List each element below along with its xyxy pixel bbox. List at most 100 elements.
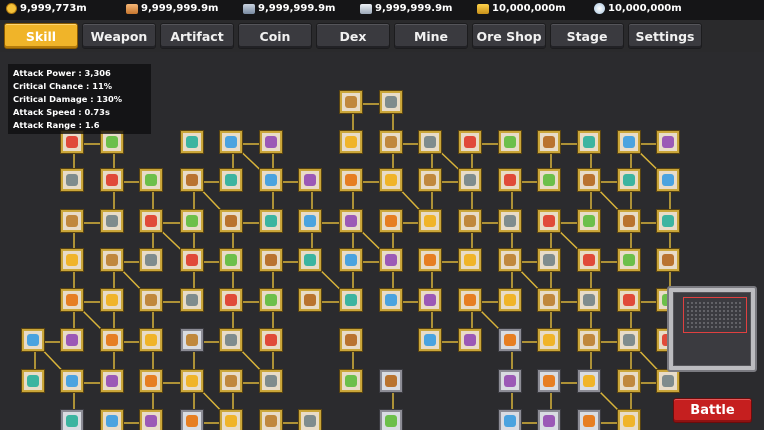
- tab-mine[interactable]: Mine: [394, 23, 468, 49]
- skill-node[interactable]: [419, 289, 441, 311]
- tab-artifact[interactable]: Artifact: [160, 23, 234, 49]
- skill-node[interactable]: [380, 210, 402, 232]
- skill-node[interactable]: [459, 131, 481, 153]
- skill-node[interactable]: [61, 249, 83, 271]
- skill-node[interactable]: [140, 410, 162, 430]
- skill-node[interactable]: [538, 249, 560, 271]
- skill-node[interactable]: [260, 131, 282, 153]
- skill-node[interactable]: [340, 210, 362, 232]
- skill-node[interactable]: [419, 169, 441, 191]
- minimap-viewport[interactable]: [683, 297, 747, 333]
- skill-node[interactable]: [499, 329, 521, 351]
- skill-node[interactable]: [220, 289, 242, 311]
- skill-node[interactable]: [61, 329, 83, 351]
- skill-node[interactable]: [299, 410, 321, 430]
- skill-node[interactable]: [101, 169, 123, 191]
- skill-node[interactable]: [140, 289, 162, 311]
- skill-node[interactable]: [340, 169, 362, 191]
- skill-node[interactable]: [140, 329, 162, 351]
- skill-node[interactable]: [578, 329, 600, 351]
- skill-node[interactable]: [499, 410, 521, 430]
- battle-button[interactable]: Battle: [673, 398, 752, 423]
- skill-node[interactable]: [578, 410, 600, 430]
- skill-node[interactable]: [618, 169, 640, 191]
- skill-node[interactable]: [538, 210, 560, 232]
- skill-node[interactable]: [340, 289, 362, 311]
- skill-node[interactable]: [499, 249, 521, 271]
- skill-node[interactable]: [618, 370, 640, 392]
- skill-node[interactable]: [220, 410, 242, 430]
- skill-node[interactable]: [578, 370, 600, 392]
- tab-skill[interactable]: Skill: [4, 23, 78, 49]
- skill-node[interactable]: [140, 249, 162, 271]
- skill-node[interactable]: [220, 370, 242, 392]
- skill-node[interactable]: [499, 210, 521, 232]
- skill-node[interactable]: [340, 91, 362, 113]
- skill-node[interactable]: [499, 131, 521, 153]
- skill-node[interactable]: [380, 370, 402, 392]
- skill-node[interactable]: [538, 169, 560, 191]
- tab-stage[interactable]: Stage: [550, 23, 624, 49]
- skill-node[interactable]: [101, 249, 123, 271]
- skill-node[interactable]: [101, 410, 123, 430]
- skill-node[interactable]: [618, 410, 640, 430]
- skill-node[interactable]: [657, 169, 679, 191]
- skill-node[interactable]: [220, 210, 242, 232]
- skill-node[interactable]: [499, 289, 521, 311]
- skill-node[interactable]: [101, 370, 123, 392]
- skill-node[interactable]: [140, 370, 162, 392]
- skill-node[interactable]: [618, 289, 640, 311]
- skill-node[interactable]: [380, 410, 402, 430]
- skill-node[interactable]: [22, 329, 44, 351]
- skill-node[interactable]: [61, 410, 83, 430]
- skill-node[interactable]: [61, 131, 83, 153]
- skill-node[interactable]: [260, 210, 282, 232]
- skill-node[interactable]: [657, 249, 679, 271]
- skill-node[interactable]: [61, 289, 83, 311]
- skill-node[interactable]: [538, 410, 560, 430]
- skill-node[interactable]: [459, 249, 481, 271]
- skill-node[interactable]: [340, 249, 362, 271]
- skill-node[interactable]: [380, 289, 402, 311]
- skill-node[interactable]: [578, 169, 600, 191]
- skill-node[interactable]: [260, 169, 282, 191]
- skill-node[interactable]: [419, 249, 441, 271]
- skill-node[interactable]: [657, 210, 679, 232]
- skill-node[interactable]: [538, 370, 560, 392]
- skill-node[interactable]: [101, 131, 123, 153]
- skill-node[interactable]: [181, 289, 203, 311]
- skill-node[interactable]: [220, 169, 242, 191]
- skill-node[interactable]: [380, 169, 402, 191]
- skill-node[interactable]: [181, 169, 203, 191]
- skill-node[interactable]: [220, 329, 242, 351]
- skill-node[interactable]: [419, 329, 441, 351]
- skill-node[interactable]: [260, 410, 282, 430]
- skill-node[interactable]: [260, 249, 282, 271]
- tab-dex[interactable]: Dex: [316, 23, 390, 49]
- skill-node[interactable]: [499, 169, 521, 191]
- minimap[interactable]: [667, 286, 757, 372]
- skill-node[interactable]: [657, 370, 679, 392]
- skill-node[interactable]: [618, 329, 640, 351]
- tab-settings[interactable]: Settings: [628, 23, 702, 49]
- skill-node[interactable]: [299, 169, 321, 191]
- skill-node[interactable]: [459, 329, 481, 351]
- skill-node[interactable]: [459, 169, 481, 191]
- skill-node[interactable]: [657, 131, 679, 153]
- skill-node[interactable]: [140, 210, 162, 232]
- skill-node[interactable]: [101, 329, 123, 351]
- skill-node[interactable]: [538, 329, 560, 351]
- skill-node[interactable]: [459, 210, 481, 232]
- skill-node[interactable]: [181, 370, 203, 392]
- skill-node[interactable]: [380, 249, 402, 271]
- skill-node[interactable]: [220, 249, 242, 271]
- skill-node[interactable]: [618, 131, 640, 153]
- skill-node[interactable]: [61, 169, 83, 191]
- skill-node[interactable]: [260, 370, 282, 392]
- tab-ore-shop[interactable]: Ore Shop: [472, 23, 546, 49]
- skill-node[interactable]: [340, 329, 362, 351]
- skill-node[interactable]: [419, 131, 441, 153]
- tab-weapon[interactable]: Weapon: [82, 23, 156, 49]
- skill-node[interactable]: [578, 289, 600, 311]
- skill-node[interactable]: [380, 91, 402, 113]
